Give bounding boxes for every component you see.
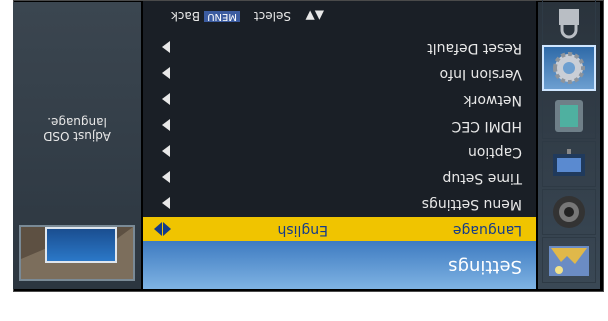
chevron-right-icon [162, 41, 170, 53]
chevron-right-icon [162, 67, 170, 79]
menu-item-caption[interactable]: Caption [143, 139, 536, 163]
sound-icon[interactable] [542, 189, 596, 235]
menu-item-label: Language [452, 222, 522, 238]
tv-channel-icon[interactable] [542, 141, 596, 187]
menu-item-version-info[interactable]: Version Info [143, 61, 536, 85]
language-value: English [277, 222, 328, 238]
help-text: Adjust OSD language. [43, 115, 111, 143]
picture-icon[interactable] [542, 237, 596, 283]
menu-item-label: Caption [467, 144, 522, 160]
menu-item-label: Network [463, 92, 522, 108]
menu-item-label: HDMI CEC [451, 118, 522, 134]
settings-menu: Language English Menu Settings Time Setu… [143, 1, 536, 241]
menu-key-badge: MENU [204, 11, 240, 22]
menu-item-label: Reset Default [427, 40, 522, 56]
menu-item-label: Time Setup [442, 170, 522, 186]
category-icon-column [538, 0, 600, 289]
settings-gear-icon[interactable] [542, 45, 596, 91]
chevron-right-icon [162, 119, 170, 131]
screen-icon[interactable] [542, 93, 596, 139]
chevron-right-icon [162, 171, 170, 183]
menu-item-language[interactable]: Language English [143, 217, 536, 241]
preview-panel: Adjust OSD language. [13, 2, 141, 289]
chevron-right-icon [162, 197, 170, 209]
lock-icon[interactable] [542, 0, 596, 45]
menu-item-network[interactable]: Network [143, 87, 536, 111]
menu-item-menu-settings[interactable]: Menu Settings [143, 191, 536, 215]
page-title: Settings [448, 256, 522, 277]
menu-item-hdmi-cec[interactable]: HDMI CEC [143, 113, 536, 137]
key-hint-bar: ▲▼ Select MENU Back [143, 1, 536, 31]
select-hint: Select [253, 9, 291, 23]
menu-item-label: Version Info [439, 66, 522, 82]
chevron-right-icon [162, 145, 170, 157]
menu-header: Settings [143, 241, 536, 289]
menu-item-reset-default[interactable]: Reset Default [143, 35, 536, 59]
preview-image [19, 225, 135, 281]
chevron-right-icon [162, 93, 170, 105]
osd-preview-window [45, 227, 117, 263]
menu-item-label: Menu Settings [421, 196, 522, 212]
up-down-arrows-icon: ▲▼ [305, 9, 324, 23]
back-hint: Back [170, 9, 200, 23]
left-right-arrows-icon[interactable] [153, 222, 171, 236]
menu-item-time-setup[interactable]: Time Setup [143, 165, 536, 189]
